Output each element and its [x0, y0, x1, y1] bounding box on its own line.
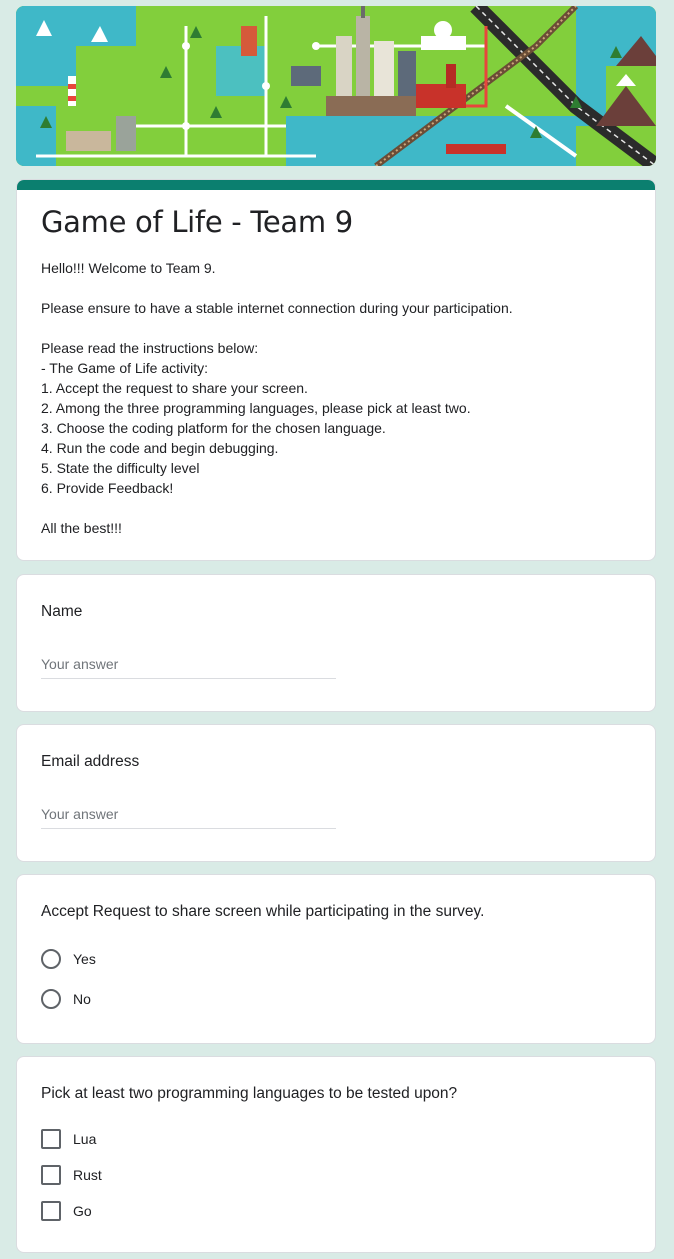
theme-accent-bar: [17, 180, 655, 190]
form-title: Game of Life - Team 9: [41, 205, 353, 239]
email-input[interactable]: [41, 806, 336, 829]
option-label: Yes: [73, 951, 96, 967]
description-line: 3. Choose the coding platform for the ch…: [41, 420, 386, 436]
description-line: 2. Among the three programming languages…: [41, 400, 471, 416]
description-line: Please ensure to have a stable internet …: [41, 300, 513, 316]
name-input[interactable]: [41, 656, 336, 679]
form-header-card: Game of Life - Team 9 Hello!!! Welcome t…: [16, 179, 656, 561]
description-line: Hello!!! Welcome to Team 9.: [41, 260, 216, 276]
description-line: [41, 318, 631, 338]
description-line: - The Game of Life activity:: [41, 360, 209, 376]
description-line: 1. Accept the request to share your scre…: [41, 380, 308, 396]
checkbox-unchecked-icon[interactable]: [41, 1165, 61, 1185]
description-line: Please read the instructions below:: [41, 340, 259, 356]
question-title: Accept Request to share screen while par…: [41, 903, 485, 920]
checkbox-option-lua[interactable]: Lua: [41, 1127, 96, 1151]
form-description: Hello!!! Welcome to Team 9. Please ensur…: [41, 258, 631, 538]
option-label: Go: [73, 1203, 92, 1219]
question-title: Pick at least two programming languages …: [41, 1085, 458, 1102]
checkbox-option-rust[interactable]: Rust: [41, 1163, 102, 1187]
description-line: 5. State the difficulty level: [41, 460, 200, 476]
question-card-email: Email address: [16, 724, 656, 862]
question-card-languages: Pick at least two programming languages …: [16, 1056, 656, 1253]
question-title: Name: [41, 603, 83, 620]
question-card-share-screen: Accept Request to share screen while par…: [16, 874, 656, 1044]
description-line: All the best!!!: [41, 520, 122, 536]
radio-option-no[interactable]: No: [41, 987, 91, 1011]
checkbox-unchecked-icon[interactable]: [41, 1201, 61, 1221]
checkbox-unchecked-icon[interactable]: [41, 1129, 61, 1149]
header-banner-image: [16, 6, 656, 166]
description-line: [41, 278, 631, 298]
option-label: Rust: [73, 1167, 102, 1183]
radio-unchecked-icon[interactable]: [41, 989, 61, 1009]
description-line: [41, 498, 631, 518]
description-line: 4. Run the code and begin debugging.: [41, 440, 279, 456]
question-card-name: Name: [16, 574, 656, 712]
description-line: 6. Provide Feedback!: [41, 480, 174, 496]
question-title: Email address: [41, 753, 140, 770]
option-label: Lua: [73, 1131, 97, 1147]
checkbox-option-go[interactable]: Go: [41, 1199, 92, 1223]
radio-unchecked-icon[interactable]: [41, 949, 61, 969]
radio-option-yes[interactable]: Yes: [41, 947, 96, 971]
option-label: No: [73, 991, 91, 1007]
